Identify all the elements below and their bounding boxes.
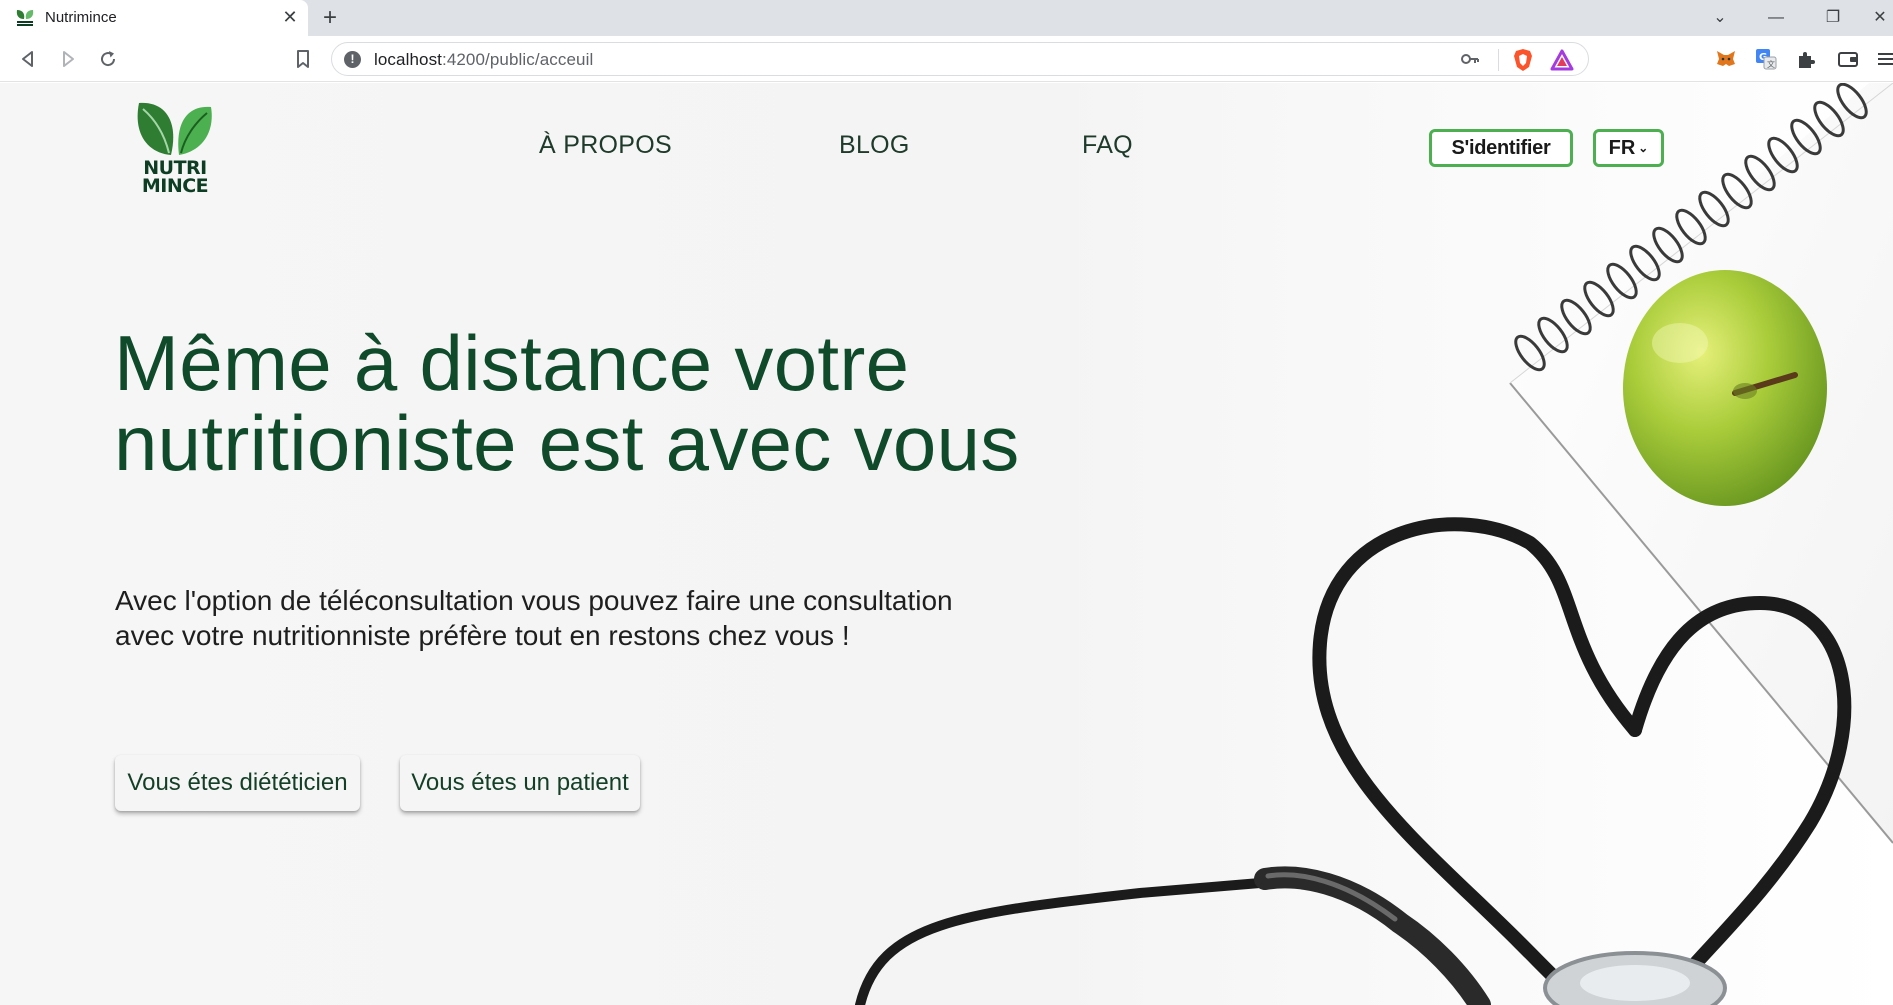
tab-search-chevron-icon[interactable]: ⌄: [1700, 4, 1740, 32]
password-key-icon[interactable]: [1460, 49, 1480, 69]
hero-background-image: [855, 83, 1893, 1005]
brave-rewards-icon[interactable]: [1550, 49, 1574, 71]
hero-title: Même à distance votre nutritioniste est …: [114, 319, 1020, 487]
address-separator: [1498, 49, 1499, 71]
brave-shield-icon[interactable]: [1512, 48, 1534, 72]
nav-blog-link[interactable]: BLOG: [839, 131, 910, 160]
new-tab-button[interactable]: +: [318, 4, 342, 32]
nav-about-link[interactable]: À PROPOS: [539, 131, 672, 160]
chevron-down-icon: ⌄: [1638, 141, 1649, 155]
page-viewport: NUTRI MINCE À PROPOS BLOG FAQ S'identifi…: [0, 83, 1893, 1005]
tab-close-icon[interactable]: ✕: [280, 6, 300, 28]
back-icon[interactable]: [15, 46, 41, 72]
minimize-button[interactable]: —: [1756, 4, 1796, 32]
browser-tab[interactable]: Nutrimince ✕: [0, 0, 308, 36]
site-info-icon[interactable]: !: [344, 51, 361, 68]
logo-text: NUTRI MINCE: [141, 157, 209, 197]
forward-icon[interactable]: [55, 46, 81, 72]
language-label: FR: [1608, 137, 1636, 159]
hero-subtitle: Avec l'option de téléconsultation vous p…: [115, 585, 953, 651]
reload-icon[interactable]: [95, 46, 121, 72]
wallet-icon[interactable]: [1836, 47, 1860, 71]
address-bar[interactable]: ! localhost:4200/public/acceuil: [331, 42, 1589, 76]
url-text[interactable]: localhost:4200/public/acceuil: [374, 50, 593, 70]
svg-text:文: 文: [1767, 59, 1775, 69]
menu-icon[interactable]: [1874, 47, 1893, 71]
close-window-button[interactable]: ✕: [1860, 4, 1893, 32]
nutrimince-favicon-icon: [16, 10, 34, 26]
browser-tab-strip: Nutrimince ✕ + ⌄ — ❐ ✕: [0, 0, 1893, 36]
extensions-icon[interactable]: [1794, 47, 1818, 71]
browser-toolbar: ! localhost:4200/public/acceuil G 文: [0, 36, 1893, 82]
site-logo[interactable]: NUTRI MINCE: [133, 101, 217, 201]
tab-title: Nutrimince: [45, 9, 117, 26]
bookmark-icon[interactable]: [290, 46, 316, 72]
logo-leaves-icon: [137, 102, 212, 155]
language-selector[interactable]: FR ⌄: [1593, 129, 1664, 167]
translate-icon[interactable]: G 文: [1754, 47, 1778, 71]
login-button[interactable]: S'identifier: [1429, 129, 1573, 167]
nav-faq-link[interactable]: FAQ: [1082, 131, 1133, 160]
dietitian-cta-button[interactable]: Vous étes diététicien: [115, 755, 360, 811]
patient-cta-button[interactable]: Vous étes un patient: [400, 755, 640, 811]
restore-button[interactable]: ❐: [1813, 4, 1853, 32]
metamask-icon[interactable]: [1714, 47, 1738, 71]
